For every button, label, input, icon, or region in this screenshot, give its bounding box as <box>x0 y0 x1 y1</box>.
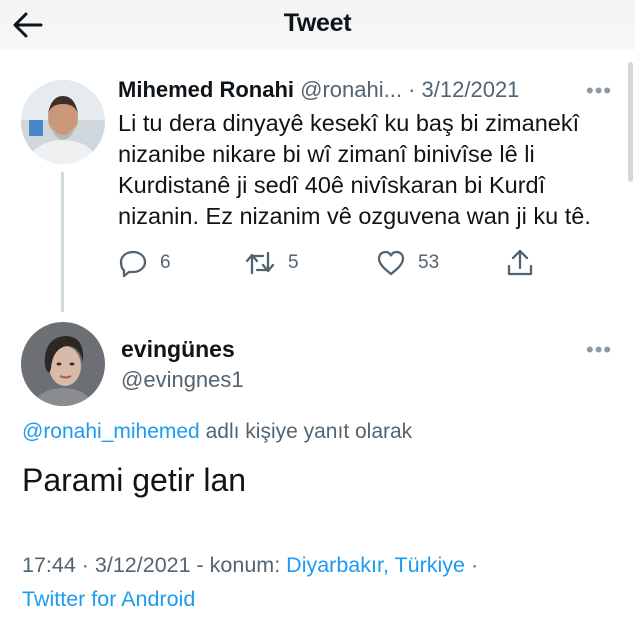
more-options-icon[interactable]: ••• <box>586 80 612 102</box>
meta-separator: · <box>408 77 416 102</box>
info-dot: · <box>75 553 95 577</box>
tweet-date[interactable]: 3/12/2021 <box>422 77 520 102</box>
author-handle[interactable]: @ronahi... <box>300 77 402 102</box>
reply-date[interactable]: 3/12/2021 <box>95 553 191 577</box>
info-dot-2: · <box>465 553 479 577</box>
like-button[interactable]: 53 <box>376 248 439 278</box>
reply-text: Parami getir lan <box>22 462 247 498</box>
location-link[interactable]: Diyarbakır, Türkiye <box>286 553 465 577</box>
scrollbar[interactable] <box>628 62 633 182</box>
reply-more-options-icon[interactable]: ••• <box>586 339 612 361</box>
reply-count: 6 <box>160 252 171 273</box>
heart-icon <box>377 250 405 276</box>
tweet-header: Mihemed Ronahi @ronahi... · 3/12/2021 <box>118 77 519 103</box>
reply-author-handle[interactable]: @evingnes1 <box>121 367 244 393</box>
share-button[interactable] <box>506 248 534 278</box>
author-name[interactable]: Mihemed Ronahi <box>118 77 294 102</box>
top-bar: Tweet <box>0 0 635 50</box>
avatar-evingunes[interactable] <box>21 322 105 406</box>
thread-line <box>61 172 64 312</box>
replying-to: @ronahi_mihemed adlı kişiye yanıt olarak <box>22 420 412 444</box>
profile-photo-evingunes <box>21 322 105 406</box>
replying-mention-link[interactable]: @ronahi_mihemed <box>22 420 200 443</box>
retweet-icon <box>245 251 275 275</box>
avatar-mihemed[interactable] <box>21 80 105 164</box>
tweet-text: Li tu dera dinyayê kesekî ku baş bi zima… <box>118 110 591 229</box>
replying-suffix: adlı kişiye yanıt olarak <box>199 420 413 443</box>
retweet-count: 5 <box>288 252 299 273</box>
tweet-time[interactable]: 17:44 <box>22 553 76 577</box>
like-count: 53 <box>418 252 440 273</box>
profile-photo-mihemed <box>21 80 105 164</box>
tweet-info: 17:44 · 3/12/2021 - konum: Diyarbakır, T… <box>22 548 622 616</box>
reply-author-name[interactable]: evingünes <box>121 336 235 363</box>
source-link[interactable]: Twitter for Android <box>22 587 195 611</box>
page-title: Tweet <box>283 9 352 37</box>
location-prefix: - konum: <box>190 553 287 577</box>
share-icon <box>507 249 533 276</box>
reply-button[interactable]: 6 <box>118 248 171 278</box>
reply-icon <box>119 250 147 278</box>
tweet-actions: 6 5 53 <box>118 248 538 280</box>
retweet-button[interactable]: 5 <box>244 248 299 278</box>
